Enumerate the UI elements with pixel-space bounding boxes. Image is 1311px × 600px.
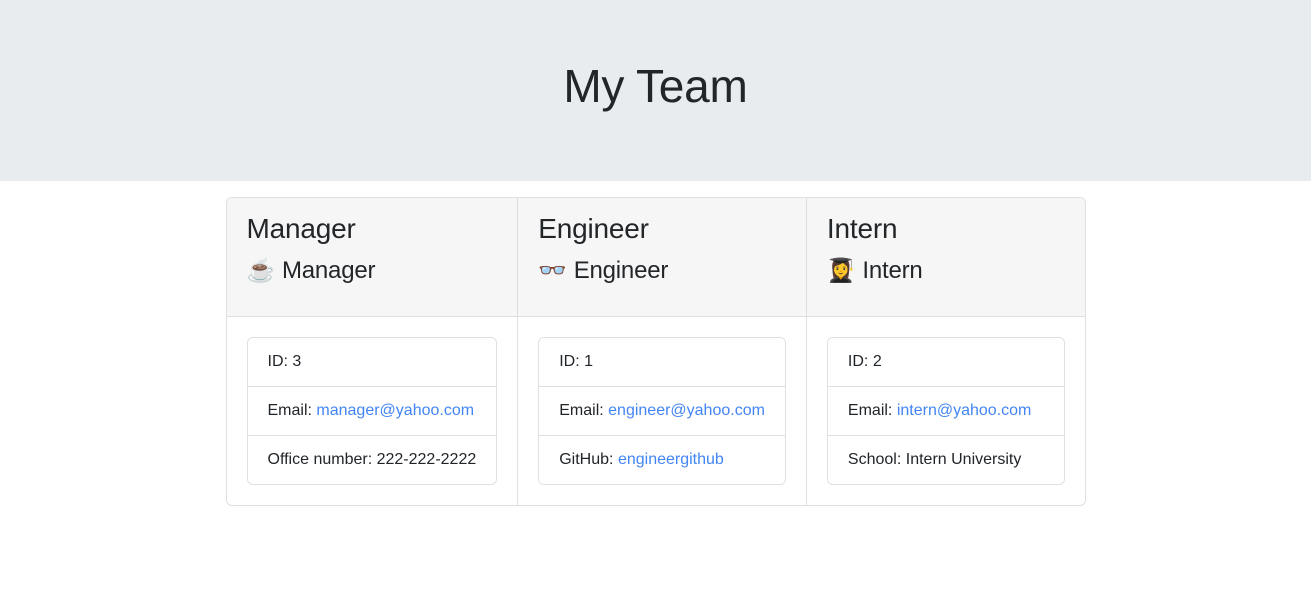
card-title: Manager [246,213,356,244]
card-role-label: Manager [281,256,376,284]
list-item: Office number: 222-222-2222 [247,436,497,484]
list-item: GitHub: engineergithub [539,436,785,484]
card-role-subtitle: 👓 Engineer [538,256,786,286]
graduate-icon: 👩‍🎓 [826,257,856,284]
page-title: My Team [563,60,748,113]
detail-value: 3 [292,353,302,370]
team-card-group: Manager ☕ Manager ID: 3 Email: manager@yahoo… [225,197,1086,506]
detail-list-group: ID: 2 Email: intern@yahoo.com School: Inte… [826,337,1065,485]
card-title: Intern [826,213,898,244]
card-title: Engineer [538,213,649,244]
detail-label: ID: [847,353,869,370]
detail-label: GitHub: [559,451,614,468]
detail-value: Intern University [905,451,1022,468]
card-body: ID: 3 Email: manager@yahoo.com Office numb… [227,317,518,505]
team-member-card: Manager ☕ Manager ID: 3 Email: manager@yahoo… [225,197,518,506]
card-header: Intern 👩‍🎓 Intern [806,198,1085,317]
card-role-subtitle: 👩‍🎓 Intern [827,256,1065,286]
card-role-label: Engineer [573,256,669,284]
card-body: ID: 2 Email: intern@yahoo.com School: Inte… [807,317,1085,505]
list-item: School: Intern University [827,436,1064,484]
detail-value-link[interactable]: intern@yahoo.com [897,402,1032,419]
team-member-card: Engineer 👓 Engineer ID: 1 Email: engineer@ya… [517,197,806,506]
detail-label: Email: [267,402,312,419]
card-header: Engineer 👓 Engineer [518,198,806,317]
card-role-label: Intern [862,256,923,284]
list-item: Email: intern@yahoo.com [827,387,1064,436]
detail-value: 2 [872,353,882,370]
list-item: Email: manager@yahoo.com [247,387,497,436]
list-item: ID: 1 [539,338,785,387]
coffee-cup-icon: ☕ [246,257,276,284]
card-body: ID: 1 Email: engineer@yahoo.com GitHub: en… [518,317,806,505]
detail-label: ID: [559,353,580,370]
detail-label: Office number: [267,451,373,468]
team-member-card: Intern 👩‍🎓 Intern ID: 2 Email: intern@yahoo.… [805,197,1086,506]
card-role-subtitle: ☕ Manager [247,256,498,286]
detail-label: Email: [847,402,893,419]
detail-label: School: [847,451,902,468]
card-header: Manager ☕ Manager [226,198,518,317]
glasses-icon: 👓 [538,257,567,284]
detail-value: 1 [584,353,594,370]
page-header-banner: My Team [0,0,1311,181]
detail-list-group: ID: 3 Email: manager@yahoo.com Office numb… [246,337,498,485]
detail-label: ID: [267,353,288,370]
main-content: Manager ☕ Manager ID: 3 Email: manager@yahoo… [0,181,1311,506]
detail-value: 222-222-2222 [376,451,477,468]
detail-value-link[interactable]: manager@yahoo.com [316,402,474,419]
detail-label: Email: [559,402,604,419]
list-item: ID: 3 [247,338,497,387]
list-item: Email: engineer@yahoo.com [539,387,785,436]
detail-value-link[interactable]: engineergithub [618,451,724,468]
detail-value-link[interactable]: engineer@yahoo.com [608,402,765,419]
list-item: ID: 2 [827,338,1064,387]
detail-list-group: ID: 1 Email: engineer@yahoo.com GitHub: en… [538,337,786,485]
